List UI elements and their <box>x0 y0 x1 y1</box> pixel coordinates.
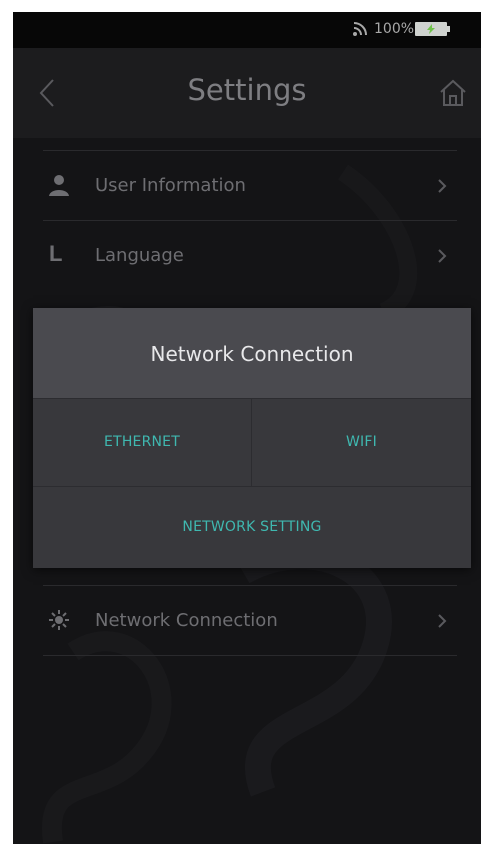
network-setting-label: NETWORK SETTING <box>182 519 322 535</box>
battery-charging-icon <box>415 22 447 36</box>
chevron-right-icon <box>438 614 447 628</box>
dialog-title: Network Connection <box>150 342 354 366</box>
bolt-icon <box>427 24 435 34</box>
menu-item-label: Language <box>95 245 184 266</box>
divider <box>33 398 471 399</box>
menu-item-user-information[interactable]: User Information <box>43 150 457 221</box>
network-setting-button[interactable]: NETWORK SETTING <box>33 487 471 568</box>
ethernet-button[interactable]: ETHERNET <box>33 399 251 486</box>
device-screen: 100% Settings User Information L Languag… <box>13 12 481 844</box>
signal-icon <box>353 22 367 36</box>
network-connection-dialog: Network Connection ETHERNET WIFI NETWORK… <box>33 308 471 568</box>
chevron-right-icon <box>438 179 447 193</box>
home-icon[interactable] <box>438 78 468 108</box>
header-bar: Settings <box>13 48 481 138</box>
status-bar: 100% <box>13 12 481 48</box>
wifi-label: WIFI <box>346 434 377 450</box>
menu-item-label: User Information <box>95 175 246 196</box>
language-icon: L <box>49 241 63 266</box>
network-icon <box>49 610 69 630</box>
divider <box>43 655 457 656</box>
divider <box>33 486 471 487</box>
page-title: Settings <box>187 73 307 107</box>
menu-item-network-connection[interactable]: Network Connection <box>43 585 457 656</box>
menu-item-language[interactable]: L Language <box>43 220 457 291</box>
wifi-button[interactable]: WIFI <box>252 399 471 486</box>
battery-percent: 100% <box>374 21 415 37</box>
ethernet-label: ETHERNET <box>104 434 180 450</box>
divider <box>251 399 252 486</box>
battery-cap <box>447 26 450 32</box>
user-icon <box>49 175 69 196</box>
dialog-header: Network Connection <box>33 308 471 398</box>
menu-item-label: Network Connection <box>95 610 278 631</box>
chevron-right-icon <box>438 249 447 263</box>
